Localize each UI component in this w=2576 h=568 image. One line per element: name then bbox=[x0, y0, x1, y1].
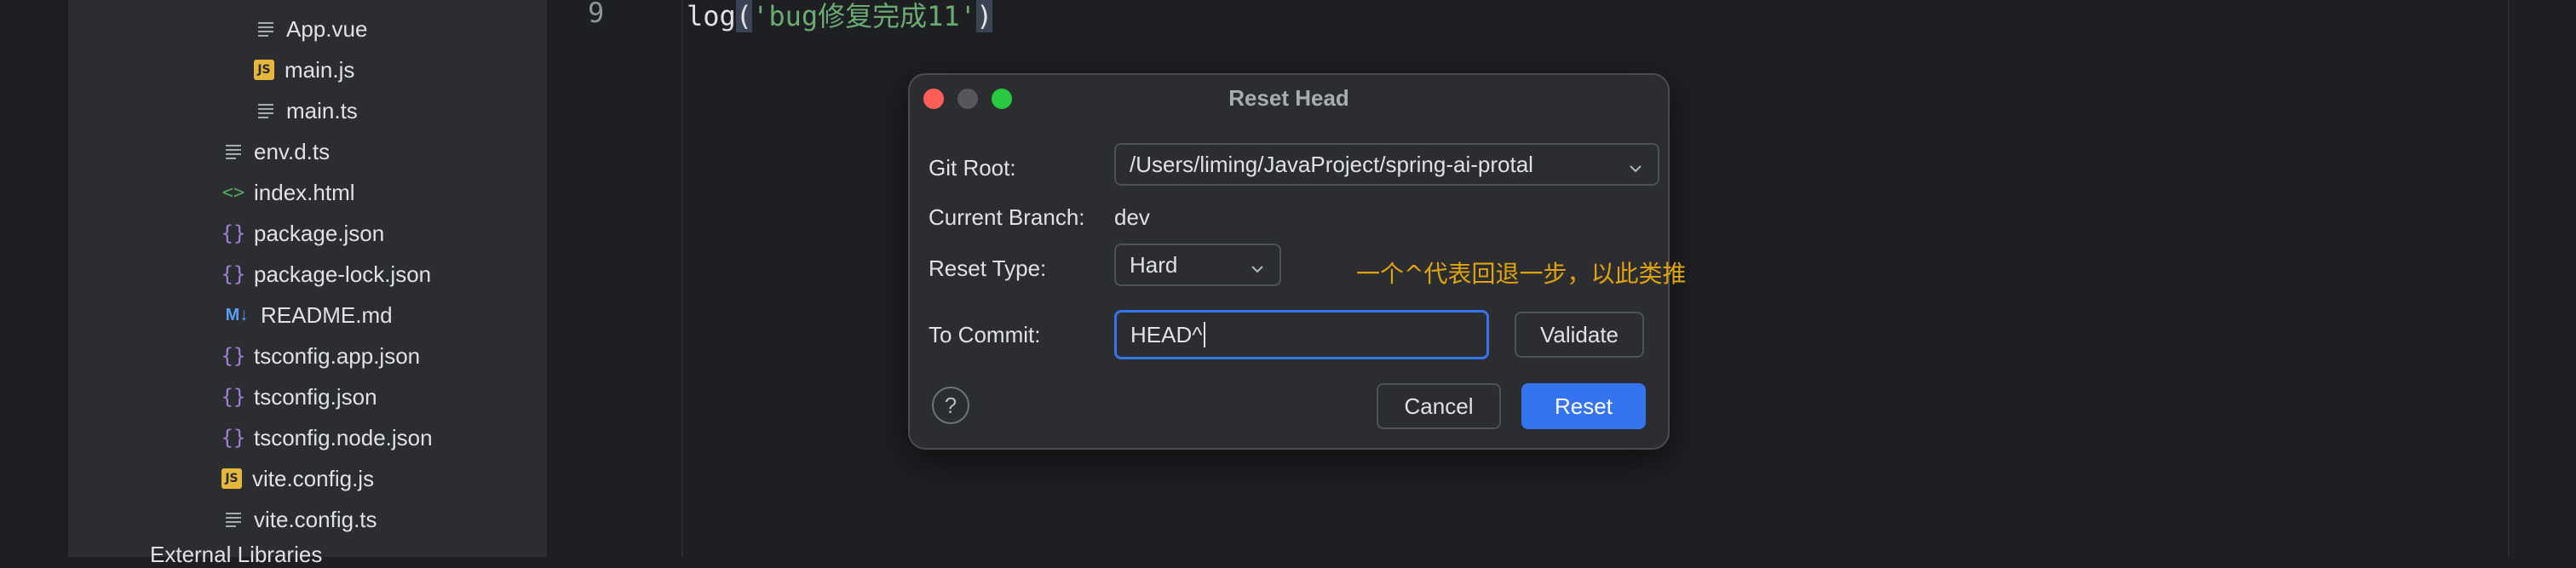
git-root-value: /Users/liming/JavaProject/spring-ai-prot… bbox=[1130, 151, 1533, 177]
html-file-icon: <> bbox=[221, 181, 245, 204]
code-string: 'bug修复完成11' bbox=[752, 0, 976, 32]
tree-item[interactable]: JS vite.config.js bbox=[221, 458, 374, 499]
tree-item-label: vite.config.js bbox=[252, 465, 375, 491]
tree-item-label: tsconfig.app.json bbox=[254, 342, 421, 369]
tree-item[interactable]: {} tsconfig.node.json bbox=[221, 417, 433, 458]
reset-type-select[interactable]: Hard bbox=[1114, 244, 1281, 286]
tree-item-external-libraries[interactable]: External Libraries bbox=[150, 542, 322, 568]
right-tool-strip bbox=[2508, 0, 2576, 557]
to-commit-label: To Commit: bbox=[929, 322, 1041, 347]
markdown-file-icon: M↓ bbox=[225, 305, 249, 324]
tree-item-label: env.d.ts bbox=[254, 138, 331, 164]
code-line[interactable]: log('bug修复完成11') bbox=[687, 0, 993, 34]
cancel-button[interactable]: Cancel bbox=[1377, 383, 1501, 429]
chevron-down-icon bbox=[1249, 257, 1266, 284]
reset-type-value: Hard bbox=[1130, 251, 1178, 278]
text-file-icon bbox=[221, 508, 245, 531]
line-number: 9 bbox=[588, 0, 605, 29]
project-tree-panel: App.vue JS main.js main.ts env.d.ts <> index.h… bbox=[68, 0, 547, 567]
json-file-icon: {} bbox=[221, 426, 246, 450]
validate-button[interactable]: Validate bbox=[1515, 312, 1644, 358]
tree-item[interactable]: App.vue bbox=[254, 9, 367, 49]
tree-item-label: package-lock.json bbox=[254, 261, 432, 287]
editor-gutter: 9 bbox=[549, 0, 683, 557]
tree-item[interactable]: <> index.html bbox=[221, 172, 355, 213]
git-root-label: Git Root: bbox=[929, 155, 1016, 181]
tree-item[interactable]: {} package-lock.json bbox=[221, 254, 432, 295]
tree-item-label: package.json bbox=[254, 220, 385, 246]
tree-item-label: App.vue bbox=[286, 15, 368, 42]
json-file-icon: {} bbox=[221, 262, 246, 286]
text-file-icon bbox=[254, 99, 278, 123]
tree-item-label: index.html bbox=[254, 179, 355, 205]
tree-item-label: vite.config.ts bbox=[254, 506, 377, 532]
tree-item-label: README.md bbox=[261, 301, 393, 328]
js-file-icon: JS bbox=[221, 468, 242, 489]
tool-window-strip bbox=[0, 0, 70, 557]
current-branch-value: dev bbox=[1114, 204, 1150, 230]
json-file-icon: {} bbox=[221, 385, 246, 409]
reset-button[interactable]: Reset bbox=[1521, 383, 1646, 429]
tree-item[interactable]: {} tsconfig.json bbox=[221, 376, 377, 417]
tree-item[interactable]: env.d.ts bbox=[221, 131, 330, 172]
tree-item-label: main.js bbox=[285, 56, 355, 83]
tree-item-label: tsconfig.json bbox=[254, 383, 377, 410]
json-file-icon: {} bbox=[221, 344, 246, 368]
help-button[interactable]: ? bbox=[932, 387, 969, 424]
to-commit-input[interactable]: HEAD^ bbox=[1114, 310, 1489, 359]
current-branch-label: Current Branch: bbox=[929, 204, 1085, 230]
tree-item[interactable]: {} package.json bbox=[221, 213, 385, 254]
tree-item-label: tsconfig.node.json bbox=[254, 424, 433, 450]
js-file-icon: JS bbox=[254, 60, 274, 80]
code-function: log bbox=[687, 0, 736, 32]
text-file-icon bbox=[221, 140, 245, 164]
tree-item[interactable]: JS main.js bbox=[254, 49, 354, 90]
tree-item[interactable]: {} tsconfig.app.json bbox=[221, 336, 421, 376]
dialog-titlebar: Reset Head bbox=[910, 75, 1668, 119]
chevron-down-icon bbox=[1627, 157, 1644, 183]
annotation-note: 一个^代表回退一步，以此类推 bbox=[1356, 260, 1687, 288]
code-paren-open: ( bbox=[735, 0, 753, 32]
git-root-select[interactable]: /Users/liming/JavaProject/spring-ai-prot… bbox=[1114, 143, 1659, 186]
code-paren-close: ) bbox=[975, 0, 993, 32]
tree-item[interactable]: main.ts bbox=[254, 90, 358, 131]
json-file-icon: {} bbox=[221, 221, 246, 245]
tree-item-label: main.ts bbox=[286, 97, 358, 123]
tree-item[interactable]: vite.config.ts bbox=[221, 499, 377, 540]
reset-type-label: Reset Type: bbox=[929, 255, 1047, 281]
dialog-title: Reset Head bbox=[1228, 85, 1349, 111]
tree-item[interactable]: M↓ README.md bbox=[221, 295, 393, 336]
text-file-icon bbox=[254, 17, 278, 41]
to-commit-value: HEAD^ bbox=[1130, 321, 1203, 347]
text-caret bbox=[1204, 322, 1206, 347]
